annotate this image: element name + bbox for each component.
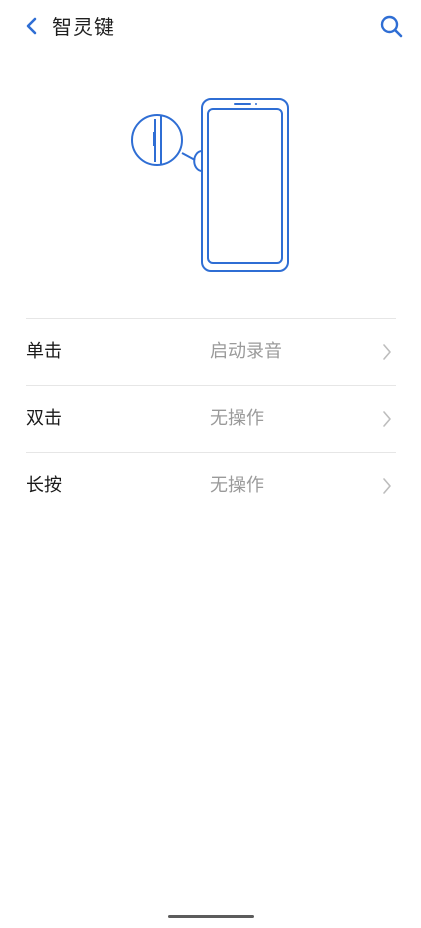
setting-label: 单击 xyxy=(26,341,62,362)
chevron-left-icon xyxy=(26,17,37,35)
setting-value: 无操作 xyxy=(210,475,264,496)
chevron-right-icon xyxy=(383,344,391,360)
chevron-right-icon xyxy=(383,478,391,494)
phone-side-key-illustration xyxy=(131,98,289,272)
setting-value: 无操作 xyxy=(210,408,264,429)
search-icon xyxy=(380,15,403,38)
setting-label: 长按 xyxy=(26,475,62,496)
home-indicator[interactable] xyxy=(168,915,254,918)
search-button[interactable] xyxy=(377,12,405,40)
zoom-circle xyxy=(131,114,183,166)
back-button[interactable] xyxy=(18,12,46,40)
setting-row-single-click[interactable]: 单击 启动录音 xyxy=(26,319,396,385)
setting-label: 双击 xyxy=(26,408,62,429)
setting-value: 启动录音 xyxy=(210,341,282,362)
top-bar: 智灵键 xyxy=(0,0,421,56)
setting-row-long-press[interactable]: 长按 无操作 xyxy=(26,453,396,519)
settings-list: 单击 启动录音 双击 无操作 长按 无操作 xyxy=(26,318,396,519)
side-key xyxy=(193,150,203,172)
setting-row-double-click[interactable]: 双击 无操作 xyxy=(26,386,396,452)
phone-screen xyxy=(207,108,283,264)
phone-frame xyxy=(201,98,289,272)
page-title: 智灵键 xyxy=(52,15,115,39)
chevron-right-icon xyxy=(383,411,391,427)
